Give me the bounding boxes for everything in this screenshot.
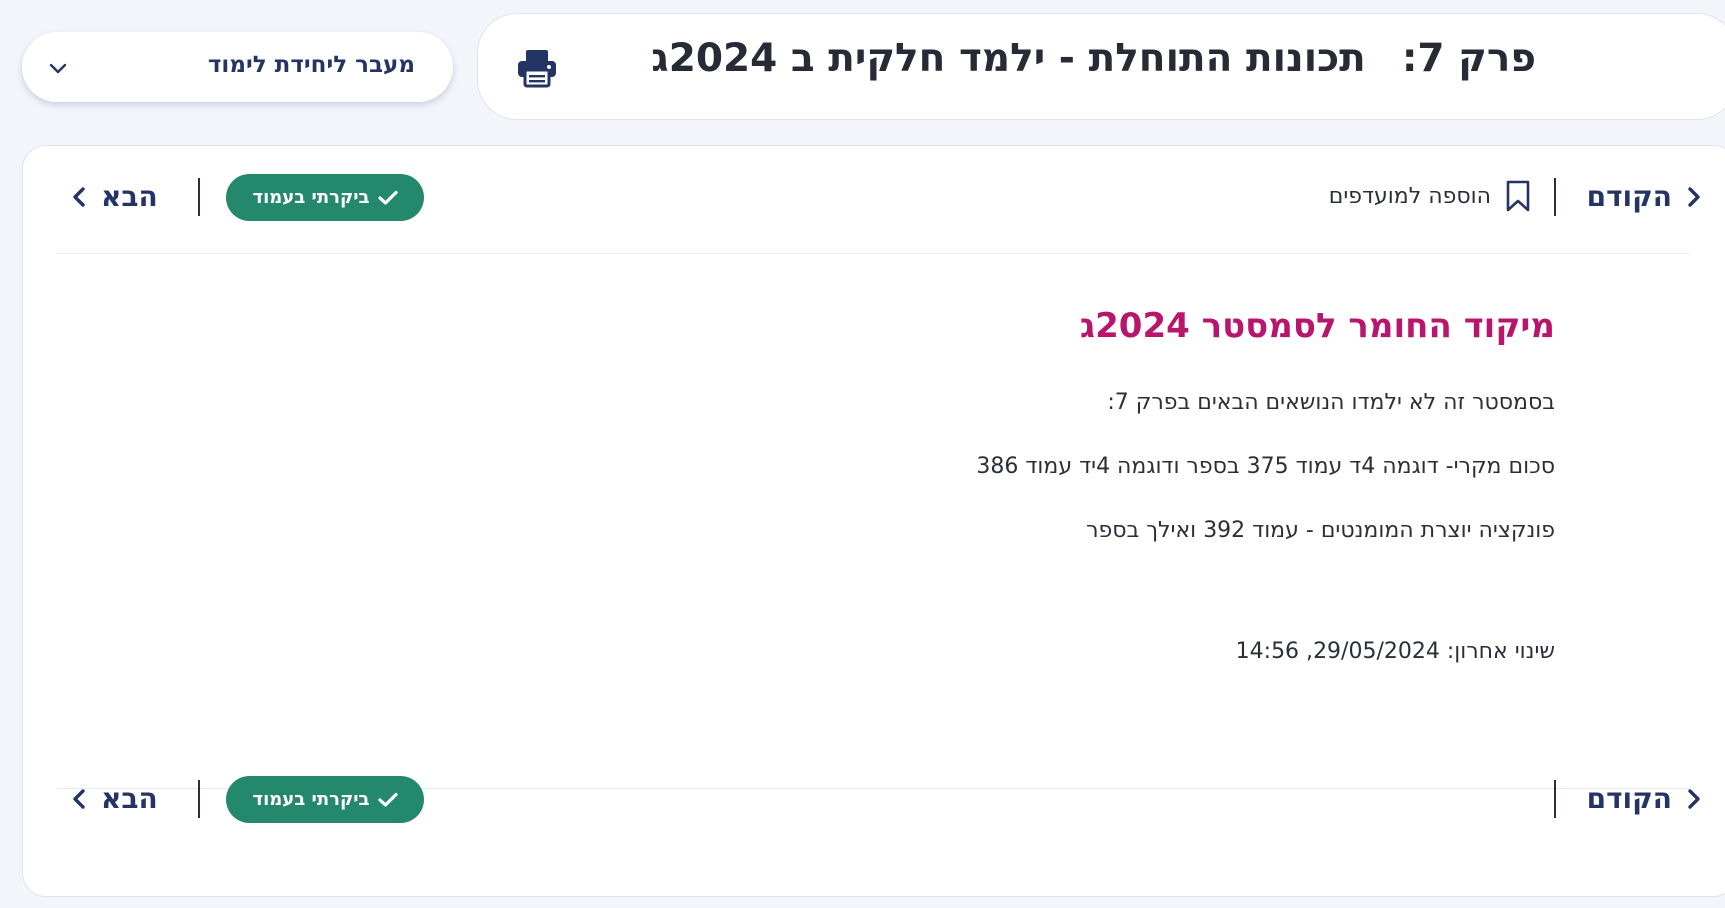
content-card: הקודם הוספה למועדפים הבא ביקרתי בעמוד מי… — [22, 145, 1725, 897]
page: פרק 7: תכונות התוחלת - ילמד חלקית ב 2024ג… — [0, 0, 1725, 908]
add-to-favorites-label: הוספה למועדפים — [1328, 183, 1491, 209]
content-paragraph: בסמסטר זה לא ילמדו הנושאים הבאים בפרק 7: — [1107, 390, 1555, 415]
content-heading: מיקוד החומר לסמסטר 2024ג — [1079, 306, 1555, 346]
previous-page-label: הקודם — [1586, 782, 1672, 815]
page-content: מיקוד החומר לסמסטר 2024ג בסמסטר זה לא יל… — [655, 306, 1555, 664]
last-modified: שינוי אחרון: 29/05/2024, 14:56 — [1235, 639, 1555, 664]
top-navigation: הקודם הוספה למועדפים הבא ביקרתי בעמוד — [23, 166, 1725, 236]
divider — [198, 780, 200, 818]
chevron-right-icon — [1688, 788, 1700, 809]
previous-page-link[interactable]: הקודם — [1587, 180, 1702, 213]
divider — [1554, 178, 1556, 216]
unit-dropdown-label: מעבר ליחידת לימוד — [207, 52, 415, 78]
visited-page-button[interactable]: ביקרתי בעמוד — [226, 174, 424, 221]
unit-navigation-dropdown[interactable]: מעבר ליחידת לימוד — [22, 32, 453, 102]
bookmark-icon — [1506, 180, 1530, 212]
content-paragraph: פונקציה יוצרת המומנטים - עמוד 392 ואילך … — [1086, 518, 1555, 543]
add-to-favorites-button[interactable]: הוספה למועדפים — [1329, 180, 1531, 212]
visited-page-button[interactable]: ביקרתי בעמוד — [226, 776, 424, 823]
page-title: פרק 7: תכונות התוחלת - ילמד חלקית ב 2024ג — [651, 36, 1536, 81]
content-paragraph: סכום מקרי- דוגמה 4ד עמוד 375 בספר ודוגמה… — [976, 454, 1555, 479]
divider — [57, 253, 1690, 254]
divider — [1554, 780, 1556, 818]
chevron-right-icon — [1688, 186, 1700, 207]
visited-page-label: ביקרתי בעמוד — [252, 789, 370, 810]
chevron-left-icon — [73, 186, 85, 207]
next-page-link[interactable]: הבא — [71, 180, 158, 213]
check-icon — [377, 792, 398, 807]
next-page-label: הבא — [101, 180, 158, 213]
print-icon — [518, 50, 556, 88]
visited-page-label: ביקרתי בעמוד — [252, 187, 370, 208]
divider — [198, 178, 200, 216]
chapter-label: פרק 7: — [1401, 36, 1536, 81]
previous-page-link[interactable]: הקודם — [1587, 782, 1702, 815]
bottom-navigation: הקודם הבא ביקרתי בעמוד — [23, 768, 1725, 838]
previous-page-label: הקודם — [1586, 180, 1672, 213]
next-page-link[interactable]: הבא — [71, 782, 158, 815]
page-header: פרק 7: תכונות התוחלת - ילמד חלקית ב 2024ג — [477, 13, 1725, 120]
check-icon — [377, 190, 398, 205]
chevron-left-icon — [73, 788, 85, 809]
chapter-title: תכונות התוחלת - ילמד חלקית ב 2024ג — [651, 36, 1366, 81]
next-page-label: הבא — [101, 782, 158, 815]
chevron-down-icon — [49, 63, 67, 74]
print-button[interactable] — [516, 48, 558, 88]
